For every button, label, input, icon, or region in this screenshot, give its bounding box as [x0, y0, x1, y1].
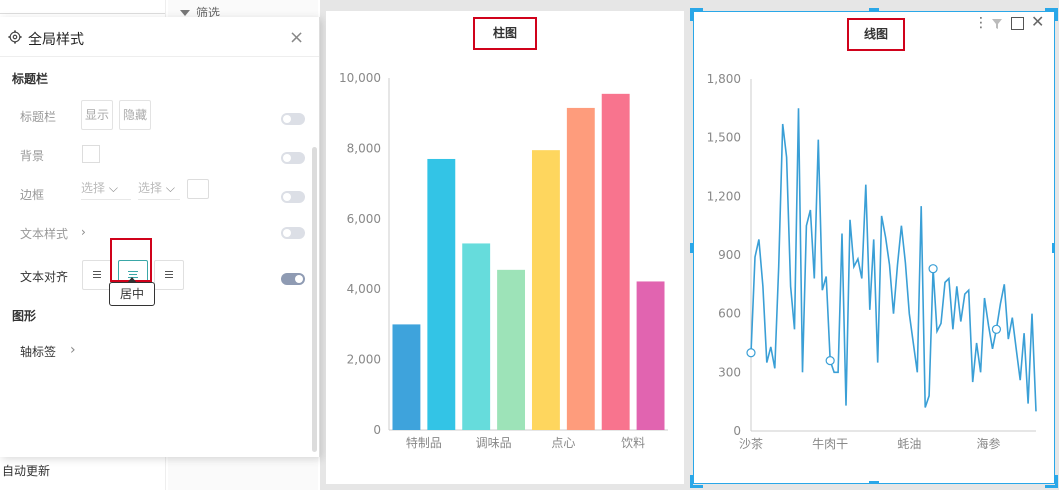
x-tick-label: 调味品	[476, 436, 512, 450]
y-tick-label: 1,800	[707, 72, 741, 86]
section-title-bar: 标题栏	[12, 72, 49, 86]
x-tick-label: 沙茶	[739, 436, 763, 451]
border-label: 边框	[20, 188, 45, 202]
data-point-marker	[825, 356, 835, 366]
bar	[601, 93, 630, 430]
chevron-right-icon[interactable]: ›	[70, 342, 76, 358]
divider	[0, 56, 319, 57]
close-icon[interactable]: ×	[289, 27, 304, 48]
title-bar-label: 标题栏	[20, 110, 57, 124]
align-right-button[interactable]	[154, 260, 184, 290]
data-point-marker	[746, 348, 756, 358]
bar	[427, 158, 456, 430]
section-shape: 图形	[12, 309, 37, 323]
title-bar-toggle[interactable]	[281, 113, 305, 125]
border-toggle[interactable]	[281, 191, 305, 203]
auto-update-label[interactable]: 自动更新	[2, 462, 50, 479]
y-tick-label: 600	[718, 307, 741, 321]
x-tick-label: 牛肉干	[812, 436, 848, 451]
x-tick-label: 饮料	[621, 436, 645, 450]
background-toggle[interactable]	[281, 152, 305, 164]
bar-chart-svg: 0 2,000 4,000 6,000 8,000 10,000 特制品 调味品 点心 饮料	[339, 71, 668, 450]
chevron-down-icon: ⌵	[108, 181, 118, 195]
resize-handle[interactable]	[690, 475, 703, 488]
resize-handle[interactable]	[1045, 8, 1058, 21]
chevron-right-icon[interactable]: ›	[81, 225, 86, 239]
text-align-toggle[interactable]	[281, 273, 305, 285]
y-tick-label: 10,000	[339, 71, 381, 85]
axis-label-item[interactable]: 轴标签	[20, 343, 56, 360]
y-tick-label: 2,000	[347, 353, 381, 367]
text-align-label: 文本对齐	[20, 270, 69, 284]
triangle-down-icon[interactable]	[180, 10, 190, 16]
x-tick-label: 蚝油	[897, 437, 921, 451]
bar	[462, 243, 491, 430]
line-chart-card[interactable]: 线图 ⋮ ✕ 0 300 600 900 1,200 1,500 1,800 沙茶 牛肉干 蚝油海…	[693, 11, 1055, 484]
panel-title: 全局样式	[28, 32, 84, 48]
global-style-panel: 全局样式 × 标题栏 标题栏 显示 隐藏 背景 边框 选择 ⌵ 选择 ⌵ 文本样…	[0, 17, 320, 457]
y-tick-label: 900	[718, 248, 741, 262]
line-chart-svg: 0 300 600 900 1,200 1,500 1,800 沙茶 牛肉干 蚝油 海参	[707, 72, 1037, 451]
border-style-select[interactable]: 选择 ⌵	[81, 179, 131, 200]
gear-icon	[8, 30, 22, 44]
chevron-down-icon: ⌵	[165, 181, 175, 195]
background-label: 背景	[20, 149, 45, 163]
y-tick-label: 4,000	[347, 282, 381, 296]
bar	[497, 269, 526, 430]
border-width-select[interactable]: 选择 ⌵	[138, 179, 180, 200]
hide-button[interactable]: 隐藏	[119, 100, 152, 130]
resize-handle[interactable]	[869, 481, 879, 484]
y-tick-label: 6,000	[347, 212, 381, 226]
resize-handle[interactable]	[690, 243, 693, 253]
select-value: 选择	[81, 181, 106, 195]
select-value: 选择	[138, 181, 163, 195]
resize-handle[interactable]	[1052, 243, 1055, 253]
bar	[392, 324, 421, 430]
series-line	[750, 108, 1037, 412]
align-left-button[interactable]	[82, 260, 112, 290]
y-tick-label: 1,500	[707, 131, 741, 145]
x-tick-label: 海参	[976, 436, 1000, 451]
annotation-highlight	[110, 238, 152, 282]
data-point-marker	[928, 264, 938, 274]
x-tick-label: 点心	[551, 436, 575, 450]
x-tick-label: 特制品	[406, 435, 442, 450]
divider	[0, 13, 165, 14]
y-tick-label: 300	[718, 365, 741, 379]
y-tick-label: 8,000	[347, 141, 381, 155]
bar	[566, 107, 595, 431]
data-point-marker	[991, 324, 1002, 334]
y-tick-label: 0	[373, 423, 381, 437]
bar	[531, 150, 560, 430]
panel-scrollbar[interactable]	[312, 147, 317, 452]
y-tick-label: 1,200	[707, 189, 741, 203]
bar	[636, 281, 665, 430]
border-color-picker[interactable]	[187, 179, 209, 199]
resize-handle[interactable]	[1045, 475, 1058, 488]
resize-handle[interactable]	[690, 8, 703, 21]
align-tooltip: 居中	[109, 282, 155, 306]
show-button[interactable]: 显示	[81, 100, 114, 130]
y-tick-label: 0	[733, 424, 741, 438]
text-style-label[interactable]: 文本样式	[20, 225, 68, 242]
resize-handle[interactable]	[869, 8, 879, 11]
bar-chart-card[interactable]: 柱图 0 2,000 4,000 6,000 8,000 10,000 特制品 调味品 点心 饮料	[326, 11, 684, 484]
text-style-toggle[interactable]	[281, 227, 305, 239]
background-checkbox[interactable]	[82, 145, 100, 163]
